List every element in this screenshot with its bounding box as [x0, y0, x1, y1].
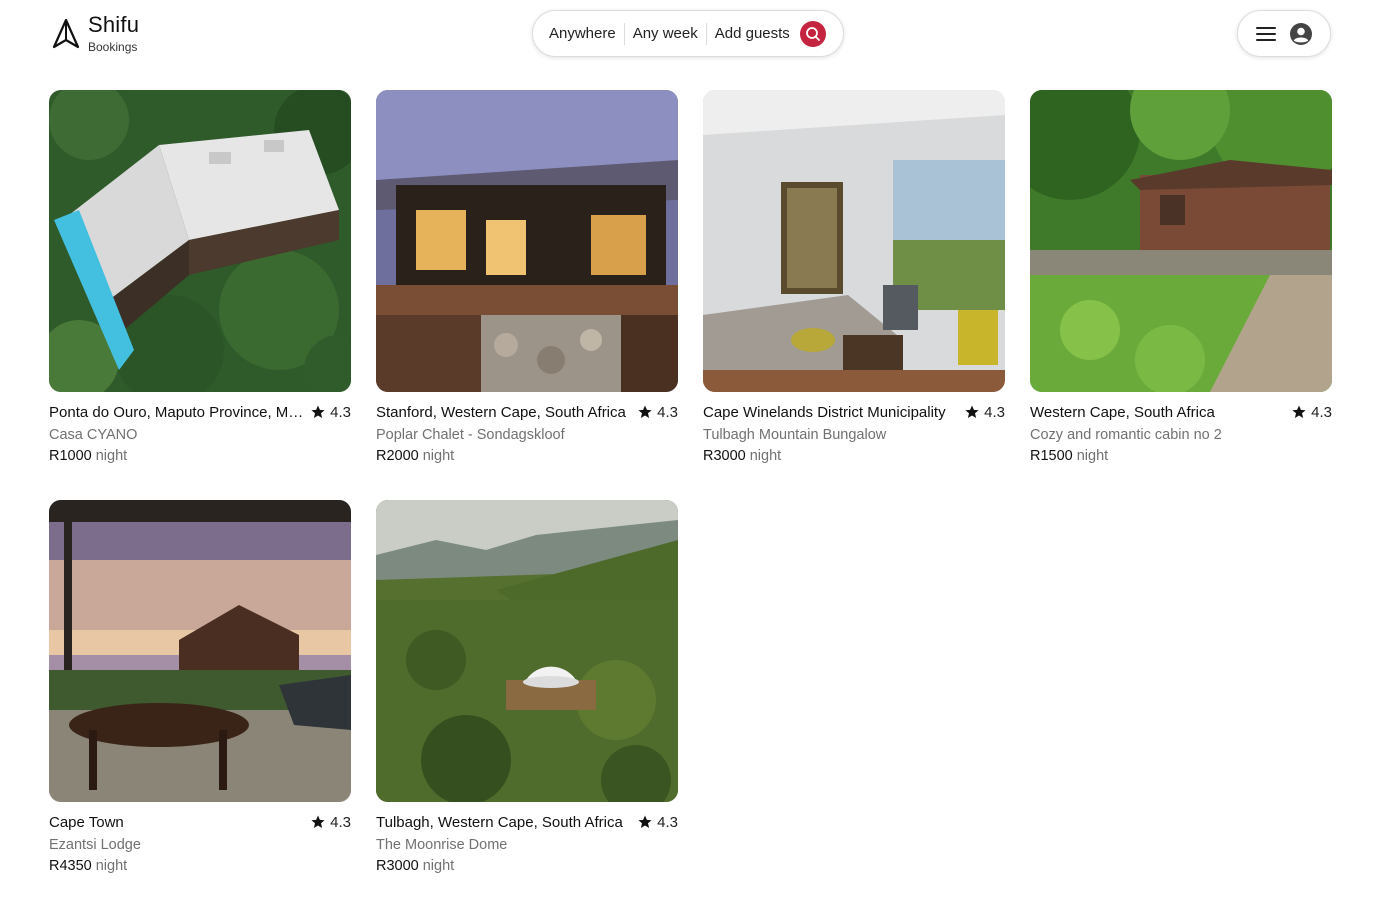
listing-rating: 4.3 — [638, 814, 678, 831]
paper-plane-icon — [52, 18, 80, 49]
listing-card[interactable]: Stanford, Western Cape, South Africa 4.3… — [376, 90, 678, 470]
user-avatar-icon — [1290, 22, 1312, 45]
listing-rating: 4.3 — [965, 404, 1005, 421]
listing-card[interactable]: Tulbagh, Western Cape, South Africa 4.3 … — [376, 500, 678, 880]
search-icon — [805, 26, 820, 41]
listing-photo[interactable] — [49, 90, 351, 392]
listing-price: R2000 night — [376, 448, 455, 464]
star-icon — [311, 405, 325, 418]
listing-photo[interactable] — [49, 500, 351, 802]
listing-photo[interactable] — [376, 500, 678, 802]
search-button[interactable] — [799, 20, 826, 47]
listing-rating: 4.3 — [311, 404, 351, 421]
listing-photo[interactable] — [376, 90, 678, 392]
search-bar[interactable]: Anywhere Any week Add guests — [532, 10, 844, 57]
listing-location: Western Cape, South Africa — [1030, 403, 1215, 421]
top-header: Shifu Bookings Anywhere Any week Add gue… — [0, 0, 1400, 70]
brand-subtitle: Bookings — [88, 40, 138, 54]
guests-filter[interactable]: Add guests — [707, 23, 798, 45]
listing-price: R1000 night — [49, 448, 128, 464]
star-icon — [1292, 405, 1306, 418]
listing-name: Poplar Chalet - Sondagskloof — [376, 427, 565, 443]
listing-price: R4350 night — [49, 858, 128, 874]
star-icon — [638, 405, 652, 418]
listing-name: Ezantsi Lodge — [49, 837, 141, 853]
listing-rating: 4.3 — [638, 404, 678, 421]
listing-card[interactable]: Cape Town 4.3 Ezantsi Lodge R4350 night — [49, 500, 351, 880]
listing-photo[interactable] — [1030, 90, 1332, 392]
listing-name: Casa CYANO — [49, 427, 138, 443]
listing-photo[interactable] — [703, 90, 1005, 392]
listing-location: Stanford, Western Cape, South Africa — [376, 403, 626, 421]
listing-name: Cozy and romantic cabin no 2 — [1030, 427, 1222, 443]
listing-location: Ponta do Ouro, Maputo Province, Mozambiq… — [49, 403, 307, 421]
brand-logo[interactable]: Shifu Bookings — [52, 12, 139, 54]
anywhere-filter[interactable]: Anywhere — [549, 22, 625, 45]
star-icon — [638, 815, 652, 828]
listing-name: The Moonrise Dome — [376, 837, 508, 853]
user-menu-button[interactable] — [1237, 10, 1331, 57]
listing-price: R3000 night — [703, 448, 782, 464]
listing-price: R1500 night — [1030, 448, 1109, 464]
star-icon — [311, 815, 325, 828]
listing-card[interactable]: Ponta do Ouro, Maputo Province, Mozambiq… — [49, 90, 351, 470]
star-icon — [965, 405, 979, 418]
listing-card[interactable]: Cape Winelands District Municipality 4.3… — [703, 90, 1005, 470]
listing-rating: 4.3 — [1292, 404, 1332, 421]
listing-name: Tulbagh Mountain Bungalow — [703, 427, 887, 443]
brand-title: Shifu — [88, 12, 140, 37]
listing-location: Cape Town — [49, 813, 124, 831]
listing-location: Tulbagh, Western Cape, South Africa — [376, 813, 623, 831]
listing-price: R3000 night — [376, 858, 455, 874]
listing-location: Cape Winelands District Municipality — [703, 403, 946, 421]
listing-card[interactable]: Western Cape, South Africa 4.3 Cozy and … — [1030, 90, 1332, 470]
listing-rating: 4.3 — [311, 814, 351, 831]
week-filter[interactable]: Any week — [625, 22, 707, 45]
hamburger-menu-icon — [1256, 26, 1276, 41]
